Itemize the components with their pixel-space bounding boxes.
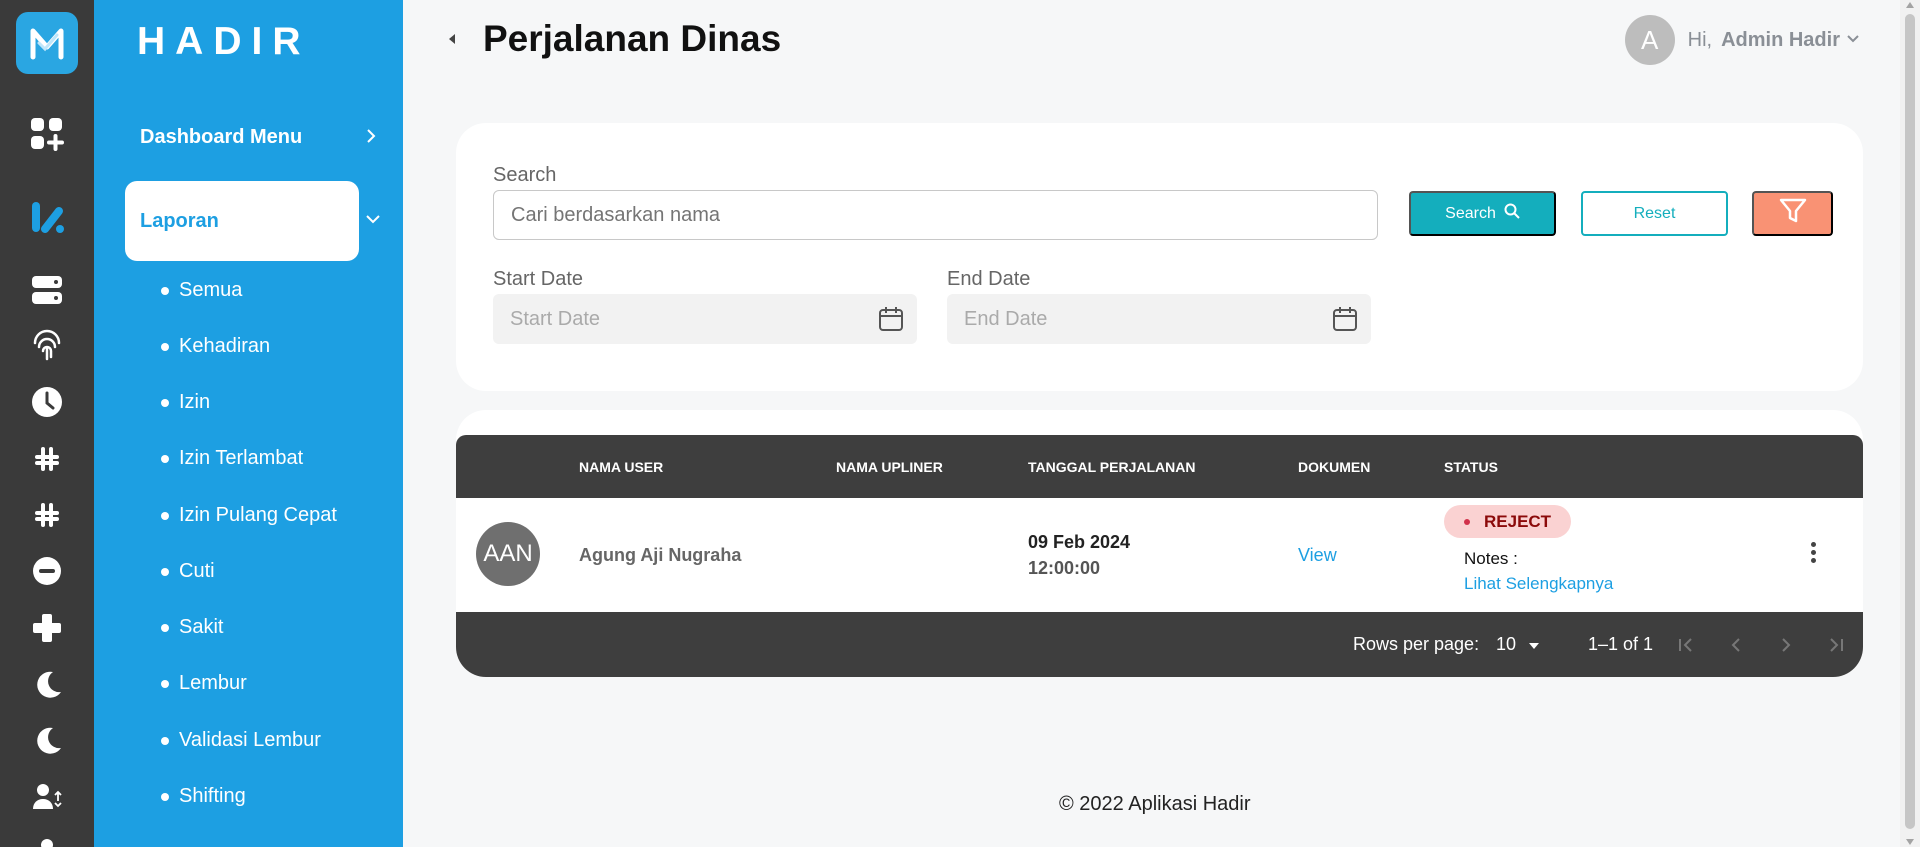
sidebar-item-cuti[interactable]: Cuti: [161, 560, 215, 583]
column-header[interactable]: NAMA UPLINER: [836, 435, 943, 498]
last-page-icon[interactable]: [1826, 612, 1846, 677]
filter-button[interactable]: [1752, 191, 1833, 236]
scroll-up-icon[interactable]: [1906, 2, 1914, 8]
app-logo-icon[interactable]: [16, 12, 78, 74]
search-input[interactable]: [493, 190, 1378, 240]
user-name: Admin Hadir: [1721, 28, 1840, 51]
table-row: AAN Agung Aji Nugraha 09 Feb 2024 12:00:…: [456, 498, 1863, 612]
footer-copyright: © 2022 Aplikasi Hadir: [1059, 793, 1251, 815]
sidebar-item-laporan[interactable]: Laporan: [125, 181, 359, 261]
end-date-label: End Date: [947, 268, 1031, 290]
view-document-link[interactable]: View: [1298, 545, 1337, 566]
fingerprint-icon[interactable]: [27, 325, 67, 365]
table-pagination: Rows per page: 10 1–1 of 1: [456, 612, 1863, 677]
avatar: A: [1624, 15, 1675, 65]
table-card: NAMA USER NAMA UPLINER TANGGAL PERJALANA…: [456, 410, 1863, 677]
sidebar-item-semua[interactable]: Semua: [161, 279, 242, 302]
user-swap-icon[interactable]: [27, 777, 67, 817]
slack-icon[interactable]: [27, 439, 67, 479]
plus-icon[interactable]: [27, 608, 67, 648]
see-more-link[interactable]: Lihat Selengkapnya: [1464, 574, 1613, 594]
server-icon[interactable]: [27, 270, 67, 310]
slack-icon-2[interactable]: [27, 495, 67, 535]
scroll-down-icon[interactable]: [1906, 839, 1914, 845]
rows-per-page-label: Rows per page:: [1353, 634, 1480, 654]
next-page-icon[interactable]: [1776, 612, 1796, 677]
search-button[interactable]: Search: [1409, 191, 1556, 236]
page-range: 1–1 of 1: [1588, 634, 1654, 654]
rows-per-page-select[interactable]: 10: [1496, 612, 1540, 677]
notes-label: Notes :: [1464, 549, 1518, 568]
column-header[interactable]: STATUS: [1444, 435, 1498, 498]
chevron-down-icon: [1846, 31, 1860, 49]
user-menu[interactable]: A Hi, Admin Hadir: [1624, 15, 1860, 65]
user-name-cell: Agung Aji Nugraha: [579, 545, 742, 565]
sidebar-item-dashboard[interactable]: Dashboard Menu: [140, 126, 302, 149]
greeting: Hi,: [1687, 28, 1713, 51]
scrollbar[interactable]: [1900, 0, 1920, 847]
more-options-icon[interactable]: [1803, 542, 1823, 563]
filter-card: Search Search Reset Start Date Start Dat…: [456, 123, 1863, 391]
trip-date-cell: 09 Feb 2024: [1028, 532, 1131, 552]
end-date-field[interactable]: End Date: [947, 294, 1371, 344]
minus-circle-icon[interactable]: [27, 551, 67, 591]
sidebar-item-izin-pulang-cepat[interactable]: Izin Pulang Cepat: [161, 504, 337, 527]
chevron-down-icon[interactable]: [365, 212, 381, 230]
start-date-field[interactable]: Start Date: [493, 294, 917, 344]
grid-plus-icon[interactable]: [27, 114, 67, 154]
sidebar-item-lembur[interactable]: Lembur: [161, 672, 247, 695]
clock-icon[interactable]: [27, 382, 67, 422]
prev-page-icon[interactable]: [1726, 612, 1746, 677]
sidebar-item-label: Laporan: [140, 209, 219, 232]
sidebar-item-shifting[interactable]: Shifting: [161, 785, 246, 808]
sidebar: HADIR Dashboard Menu Laporan Semua Kehad…: [94, 0, 403, 847]
calendar-icon[interactable]: [877, 305, 905, 339]
moon-icon-2[interactable]: [27, 720, 67, 760]
main-content: Perjalanan Dinas A Hi, Admin Hadir Searc…: [403, 0, 1900, 847]
status-badge: REJECT: [1444, 505, 1572, 538]
table-header: NAMA USER NAMA UPLINER TANGGAL PERJALANA…: [456, 435, 1863, 498]
column-header[interactable]: TANGGAL PERJALANAN: [1028, 435, 1196, 498]
collapse-sidebar-icon[interactable]: [447, 32, 457, 51]
icon-rail: [0, 0, 94, 847]
sidebar-item-validasi-lembur[interactable]: Validasi Lembur: [161, 729, 321, 752]
chevron-right-icon[interactable]: [365, 128, 377, 149]
caret-down-icon: [1528, 634, 1540, 655]
sidebar-item-izin[interactable]: Izin: [161, 391, 210, 414]
trip-time-cell: 12:00:00: [1028, 558, 1101, 578]
column-header[interactable]: DOKUMEN: [1298, 435, 1370, 498]
scrollbar-thumb[interactable]: [1905, 14, 1915, 829]
reset-button[interactable]: Reset: [1581, 191, 1728, 236]
user-icon[interactable]: [27, 832, 67, 847]
column-header[interactable]: NAMA USER: [579, 435, 663, 498]
sidebar-item-sakit[interactable]: Sakit: [161, 616, 223, 639]
reports-icon[interactable]: [27, 197, 67, 237]
search-icon: [1504, 203, 1520, 224]
start-date-label: Start Date: [493, 268, 584, 290]
calendar-icon[interactable]: [1331, 305, 1359, 339]
first-page-icon[interactable]: [1676, 612, 1696, 677]
avatar: AAN: [476, 522, 540, 586]
sidebar-item-izin-terlambat[interactable]: Izin Terlambat: [161, 447, 303, 470]
filter-icon: [1779, 198, 1807, 229]
sidebar-item-kehadiran[interactable]: Kehadiran: [161, 335, 270, 358]
search-label: Search: [493, 164, 557, 186]
page-title: Perjalanan Dinas: [483, 18, 782, 59]
moon-icon[interactable]: [27, 664, 67, 704]
brand-logo: HADIR: [137, 20, 311, 63]
